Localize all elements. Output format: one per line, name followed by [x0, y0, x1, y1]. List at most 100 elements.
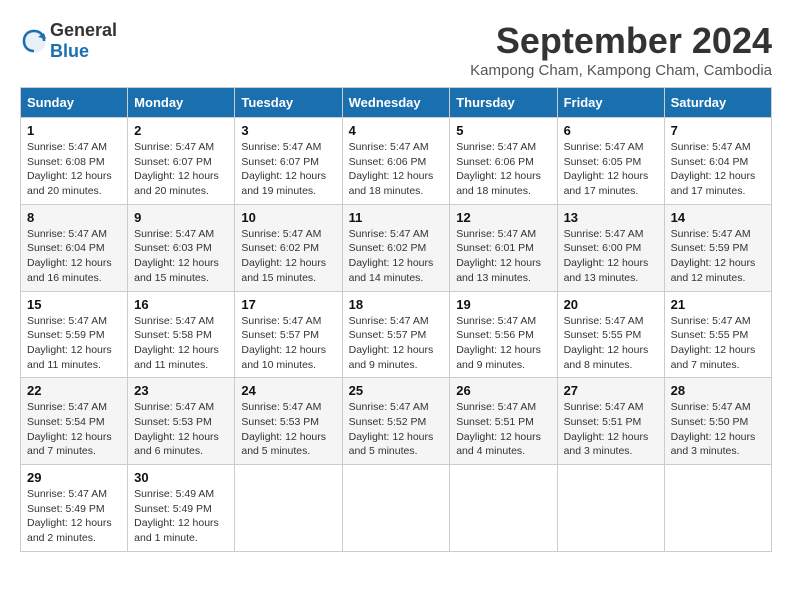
day-info: Sunrise: 5:47 AM Sunset: 5:57 PM Dayligh… [349, 314, 444, 373]
calendar-cell: 24Sunrise: 5:47 AM Sunset: 5:53 PM Dayli… [235, 378, 342, 465]
column-header-monday: Monday [128, 88, 235, 118]
day-info: Sunrise: 5:47 AM Sunset: 5:50 PM Dayligh… [671, 400, 765, 459]
day-info: Sunrise: 5:47 AM Sunset: 6:02 PM Dayligh… [349, 227, 444, 286]
column-header-wednesday: Wednesday [342, 88, 450, 118]
day-number: 16 [134, 297, 228, 312]
day-number: 22 [27, 383, 121, 398]
day-number: 21 [671, 297, 765, 312]
calendar-cell: 23 Sunrise: 5:47 AM Sunset: 5:53 PM Dayli… [128, 378, 235, 465]
day-info: Sunrise: 5:47 AM Sunset: 5:56 PM Dayligh… [456, 314, 550, 373]
calendar-cell: 3 Sunrise: 5:47 AM Sunset: 6:07 PM Daylig… [235, 118, 342, 205]
day-number: 30 [134, 470, 228, 485]
day-info: Sunrise: 5:47 AM Sunset: 6:05 PM Dayligh… [564, 140, 658, 199]
day-info: Sunrise: 5:47 AM Sunset: 5:59 PM Dayligh… [671, 227, 765, 286]
calendar-week-row: 29 Sunrise: 5:47 AM Sunset: 5:49 PM Dayli… [21, 465, 772, 552]
day-info: Sunrise: 5:47 AM Sunset: 5:49 PM Dayligh… [27, 487, 121, 546]
calendar-week-row: 8Sunrise: 5:47 AM Sunset: 6:04 PM Daylig… [21, 204, 772, 291]
day-info: Sunrise: 5:47 AM Sunset: 5:55 PM Dayligh… [564, 314, 658, 373]
day-number: 9 [134, 210, 228, 225]
calendar-cell: 26Sunrise: 5:47 AM Sunset: 5:51 PM Dayli… [450, 378, 557, 465]
day-info: Sunrise: 5:47 AM Sunset: 6:02 PM Dayligh… [241, 227, 335, 286]
day-info: Sunrise: 5:47 AM Sunset: 6:04 PM Dayligh… [27, 227, 121, 286]
calendar-cell: 12 Sunrise: 5:47 AM Sunset: 6:01 PM Dayli… [450, 204, 557, 291]
calendar-cell: 28 Sunrise: 5:47 AM Sunset: 5:50 PM Dayli… [664, 378, 771, 465]
day-number: 14 [671, 210, 765, 225]
calendar-header-row: SundayMondayTuesdayWednesdayThursdayFrid… [21, 88, 772, 118]
calendar-cell: 25Sunrise: 5:47 AM Sunset: 5:52 PM Dayli… [342, 378, 450, 465]
calendar-cell: 16 Sunrise: 5:47 AM Sunset: 5:58 PM Dayli… [128, 291, 235, 378]
day-number: 25 [349, 383, 444, 398]
calendar-cell [664, 465, 771, 552]
calendar-cell: 22 Sunrise: 5:47 AM Sunset: 5:54 PM Dayli… [21, 378, 128, 465]
calendar-cell: 30Sunrise: 5:49 AM Sunset: 5:49 PM Dayli… [128, 465, 235, 552]
calendar-cell [342, 465, 450, 552]
logo-icon [20, 27, 48, 55]
calendar-cell: 4Sunrise: 5:47 AM Sunset: 6:06 PM Daylig… [342, 118, 450, 205]
calendar-cell: 13 Sunrise: 5:47 AM Sunset: 6:00 PM Dayli… [557, 204, 664, 291]
day-info: Sunrise: 5:47 AM Sunset: 6:06 PM Dayligh… [456, 140, 550, 199]
day-info: Sunrise: 5:47 AM Sunset: 6:08 PM Dayligh… [27, 140, 121, 199]
calendar-cell: 10 Sunrise: 5:47 AM Sunset: 6:02 PM Dayli… [235, 204, 342, 291]
month-title: September 2024 [470, 20, 772, 62]
calendar-cell: 17 Sunrise: 5:47 AM Sunset: 5:57 PM Dayli… [235, 291, 342, 378]
day-number: 13 [564, 210, 658, 225]
day-number: 28 [671, 383, 765, 398]
column-header-tuesday: Tuesday [235, 88, 342, 118]
day-info: Sunrise: 5:47 AM Sunset: 5:55 PM Dayligh… [671, 314, 765, 373]
calendar-cell [450, 465, 557, 552]
day-info: Sunrise: 5:47 AM Sunset: 5:54 PM Dayligh… [27, 400, 121, 459]
day-number: 6 [564, 123, 658, 138]
day-number: 5 [456, 123, 550, 138]
calendar-cell: 29 Sunrise: 5:47 AM Sunset: 5:49 PM Dayli… [21, 465, 128, 552]
day-number: 11 [349, 210, 444, 225]
day-info: Sunrise: 5:47 AM Sunset: 6:07 PM Dayligh… [241, 140, 335, 199]
calendar-cell: 9Sunrise: 5:47 AM Sunset: 6:03 PM Daylig… [128, 204, 235, 291]
day-info: Sunrise: 5:47 AM Sunset: 5:53 PM Dayligh… [134, 400, 228, 459]
calendar-cell: 21 Sunrise: 5:47 AM Sunset: 5:55 PM Dayli… [664, 291, 771, 378]
calendar-cell: 20 Sunrise: 5:47 AM Sunset: 5:55 PM Dayli… [557, 291, 664, 378]
day-number: 29 [27, 470, 121, 485]
day-number: 17 [241, 297, 335, 312]
day-number: 27 [564, 383, 658, 398]
day-number: 3 [241, 123, 335, 138]
calendar-cell: 15 Sunrise: 5:47 AM Sunset: 5:59 PM Dayli… [21, 291, 128, 378]
day-number: 10 [241, 210, 335, 225]
day-number: 1 [27, 123, 121, 138]
calendar-cell: 6 Sunrise: 5:47 AM Sunset: 6:05 PM Daylig… [557, 118, 664, 205]
calendar-cell: 11 Sunrise: 5:47 AM Sunset: 6:02 PM Dayli… [342, 204, 450, 291]
day-info: Sunrise: 5:47 AM Sunset: 5:51 PM Dayligh… [564, 400, 658, 459]
day-info: Sunrise: 5:47 AM Sunset: 6:00 PM Dayligh… [564, 227, 658, 286]
calendar-cell: 19 Sunrise: 5:47 AM Sunset: 5:56 PM Dayli… [450, 291, 557, 378]
day-number: 15 [27, 297, 121, 312]
day-number: 26 [456, 383, 550, 398]
day-info: Sunrise: 5:47 AM Sunset: 5:59 PM Dayligh… [27, 314, 121, 373]
column-header-sunday: Sunday [21, 88, 128, 118]
calendar-cell [557, 465, 664, 552]
calendar-cell: 1 Sunrise: 5:47 AM Sunset: 6:08 PM Daylig… [21, 118, 128, 205]
day-info: Sunrise: 5:47 AM Sunset: 6:07 PM Dayligh… [134, 140, 228, 199]
logo: General Blue [20, 20, 117, 62]
column-header-saturday: Saturday [664, 88, 771, 118]
day-number: 12 [456, 210, 550, 225]
day-info: Sunrise: 5:47 AM Sunset: 5:57 PM Dayligh… [241, 314, 335, 373]
day-number: 23 [134, 383, 228, 398]
logo-general-text: General [50, 20, 117, 40]
calendar-week-row: 22 Sunrise: 5:47 AM Sunset: 5:54 PM Dayli… [21, 378, 772, 465]
day-number: 20 [564, 297, 658, 312]
day-info: Sunrise: 5:47 AM Sunset: 6:01 PM Dayligh… [456, 227, 550, 286]
day-number: 19 [456, 297, 550, 312]
calendar-cell: 18 Sunrise: 5:47 AM Sunset: 5:57 PM Dayli… [342, 291, 450, 378]
calendar-cell: 27 Sunrise: 5:47 AM Sunset: 5:51 PM Dayli… [557, 378, 664, 465]
logo-blue-text: Blue [50, 41, 89, 61]
column-header-friday: Friday [557, 88, 664, 118]
day-number: 18 [349, 297, 444, 312]
calendar-cell: 2Sunrise: 5:47 AM Sunset: 6:07 PM Daylig… [128, 118, 235, 205]
calendar-cell: 7 Sunrise: 5:47 AM Sunset: 6:04 PM Daylig… [664, 118, 771, 205]
subtitle: Kampong Cham, Kampong Cham, Cambodia [470, 62, 772, 79]
day-info: Sunrise: 5:47 AM Sunset: 6:04 PM Dayligh… [671, 140, 765, 199]
day-info: Sunrise: 5:47 AM Sunset: 5:58 PM Dayligh… [134, 314, 228, 373]
calendar-week-row: 15 Sunrise: 5:47 AM Sunset: 5:59 PM Dayli… [21, 291, 772, 378]
calendar-cell: 14 Sunrise: 5:47 AM Sunset: 5:59 PM Dayli… [664, 204, 771, 291]
calendar-table: SundayMondayTuesdayWednesdayThursdayFrid… [20, 87, 772, 552]
day-number: 7 [671, 123, 765, 138]
